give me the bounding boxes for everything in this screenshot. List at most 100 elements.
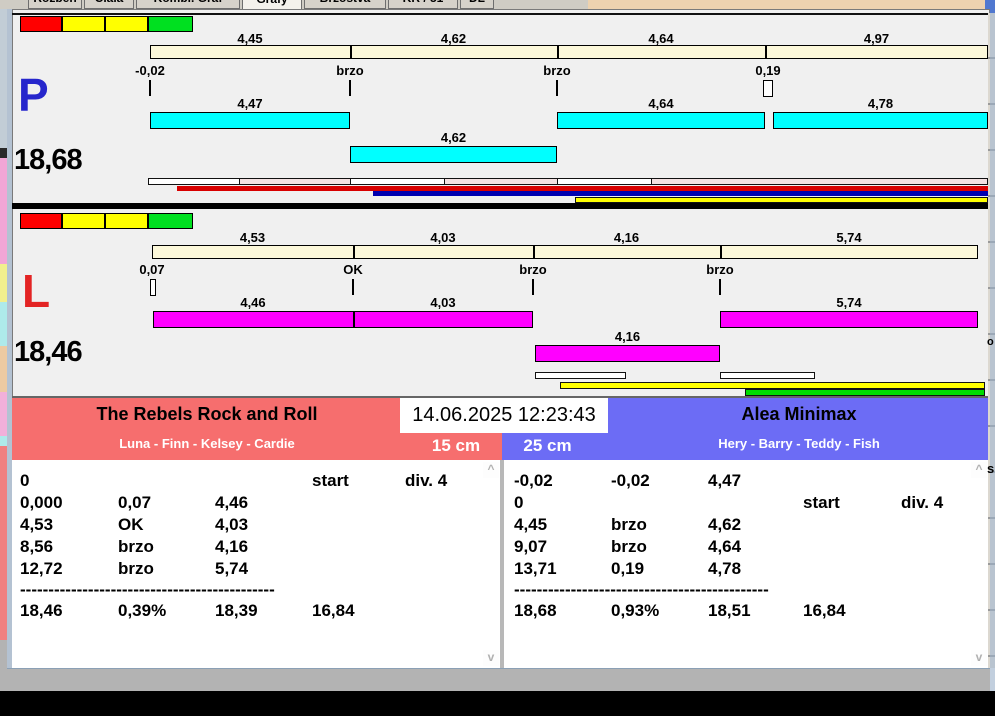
cell: 4,46 <box>215 493 249 512</box>
clipped-edge-text: o <box>987 336 994 348</box>
table-row: 13,71 0,19 4,78 <box>504 558 988 580</box>
tab-kr-51[interactable]: KR / 51 <box>388 0 458 9</box>
cell <box>312 558 405 580</box>
scroll-down-icon[interactable]: v <box>971 650 987 666</box>
window-right-border <box>990 13 995 691</box>
left-edge-seg <box>0 264 7 302</box>
team-left-name: The Rebels Rock and Roll <box>96 404 318 424</box>
cell <box>803 558 901 580</box>
results-list-left[interactable]: 0 start div. 4 0,000 0,07 4,46 4,53 OK 4,03 8,… <box>12 460 502 668</box>
window-bottom-border <box>7 668 990 691</box>
l-ruler-divider <box>533 245 535 259</box>
p-ruler-value: 4,62 <box>440 31 467 46</box>
l-mark-label: brzo <box>706 262 734 277</box>
cell: 8,56 <box>20 537 54 556</box>
l-progress-seg <box>720 372 815 379</box>
l-ruler-value: 4,03 <box>430 230 456 245</box>
cell <box>312 536 405 558</box>
cell: 12,72 <box>20 559 63 578</box>
total-cell <box>901 600 988 622</box>
table-row: -0,02 -0,02 4,47 <box>504 470 988 492</box>
status-swatch-yellow <box>62 16 105 32</box>
left-edge-seg <box>0 436 7 446</box>
datetime-text: 14.06.2025 12:23:43 <box>412 404 596 426</box>
tab-rozben[interactable]: Rozben <box>28 0 82 9</box>
left-edge-seg <box>0 446 7 640</box>
tab-label: Brzostva <box>320 0 371 5</box>
p-bar-value: 4,47 <box>237 96 263 111</box>
table-row: 0 start div. 4 <box>12 470 502 492</box>
p-ruler-value: 4,45 <box>237 31 263 46</box>
total-cell: 18,51 <box>708 601 751 620</box>
cell: brzo <box>118 537 154 556</box>
tab-label: Grafy <box>256 0 287 6</box>
tab-brzostva[interactable]: Brzostva <box>304 0 386 9</box>
cell <box>405 514 502 536</box>
p-tick <box>349 80 351 96</box>
p-ruler-value: 4,97 <box>863 31 890 46</box>
clipped-edge-text: s <box>987 461 995 476</box>
cell: div. 4 <box>901 493 944 512</box>
scroll-up-icon[interactable]: ^ <box>971 462 987 478</box>
left-edge-seg <box>0 302 7 346</box>
cell: -0,02 <box>611 471 650 490</box>
tab-grafy[interactable]: Grafy <box>242 0 302 9</box>
scroll-down-icon[interactable]: v <box>483 650 499 666</box>
left-edge-seg <box>0 148 7 158</box>
app-window: Rozben Ciala Kombi. Graf Grafy Brzostva … <box>0 0 995 716</box>
p-bar-value: 4,64 <box>648 96 674 111</box>
l-time-bar <box>535 345 720 362</box>
l-bar-value: 4,16 <box>614 329 641 344</box>
cell: 4,62 <box>708 515 742 534</box>
l-bar-value: 5,74 <box>836 295 862 310</box>
cell: 4,03 <box>215 515 249 534</box>
total-cell <box>405 600 502 622</box>
cell <box>803 536 901 558</box>
cell: 0 <box>514 493 524 512</box>
p-panel-letter: P <box>18 69 49 121</box>
status-swatch-green <box>148 16 193 32</box>
cell <box>901 558 988 580</box>
p-tick <box>149 80 151 96</box>
table-row: 8,56 brzo 4,16 <box>12 536 502 558</box>
tab-ciala[interactable]: Ciala <box>84 0 134 9</box>
total-cell: 0,93% <box>611 601 660 620</box>
p-mark-label: brzo <box>543 63 571 78</box>
l-ruler-value: 4,53 <box>239 230 266 245</box>
team-left-players: Luna - Finn - Kelsey - Cardie <box>119 436 295 451</box>
cell: brzo <box>611 515 647 534</box>
l-ruler-bar <box>152 245 978 259</box>
l-time-bar-divider <box>353 311 355 328</box>
scroll-up-icon[interactable]: ^ <box>483 462 499 478</box>
tab-label: DL <box>469 0 485 5</box>
p-mark-label: -0,02 <box>135 63 165 78</box>
table-separator: ----------------------------------------… <box>20 580 275 599</box>
l-time-bar <box>153 311 533 328</box>
l-ruler-value: 5,74 <box>836 230 862 245</box>
l-panel-total: 18,46 <box>14 336 83 368</box>
cell: brzo <box>611 537 647 556</box>
cell <box>405 536 502 558</box>
cell <box>405 558 502 580</box>
tab-kombi-graf[interactable]: Kombi. Graf <box>136 0 240 9</box>
cell: 0 <box>20 471 30 490</box>
l-mark-label: OK <box>343 262 363 277</box>
cell: start <box>803 493 840 512</box>
results-list-right[interactable]: -0,02 -0,02 4,47 0 start div. 4 4,45 brzo 4,62… <box>504 460 988 668</box>
l-tick <box>532 279 534 295</box>
tab-dl[interactable]: DL <box>460 0 494 9</box>
total-cell: 18,68 <box>514 601 557 620</box>
p-ruler-divider <box>765 45 767 59</box>
l-panel-letter: L <box>22 265 51 317</box>
cell: 4,53 <box>20 515 54 534</box>
cell <box>405 492 502 514</box>
cell: 0,07 <box>118 493 152 512</box>
l-ruler-value: 4,16 <box>613 230 640 245</box>
p-tick <box>556 80 558 96</box>
total-cell: 18,39 <box>215 601 258 620</box>
left-edge-seg <box>0 640 7 691</box>
total-cell: 18,46 <box>20 601 63 620</box>
cell <box>118 470 215 492</box>
status-swatch-yellow <box>105 16 148 32</box>
datetime-box: 14.06.2025 12:23:43 <box>400 398 608 433</box>
